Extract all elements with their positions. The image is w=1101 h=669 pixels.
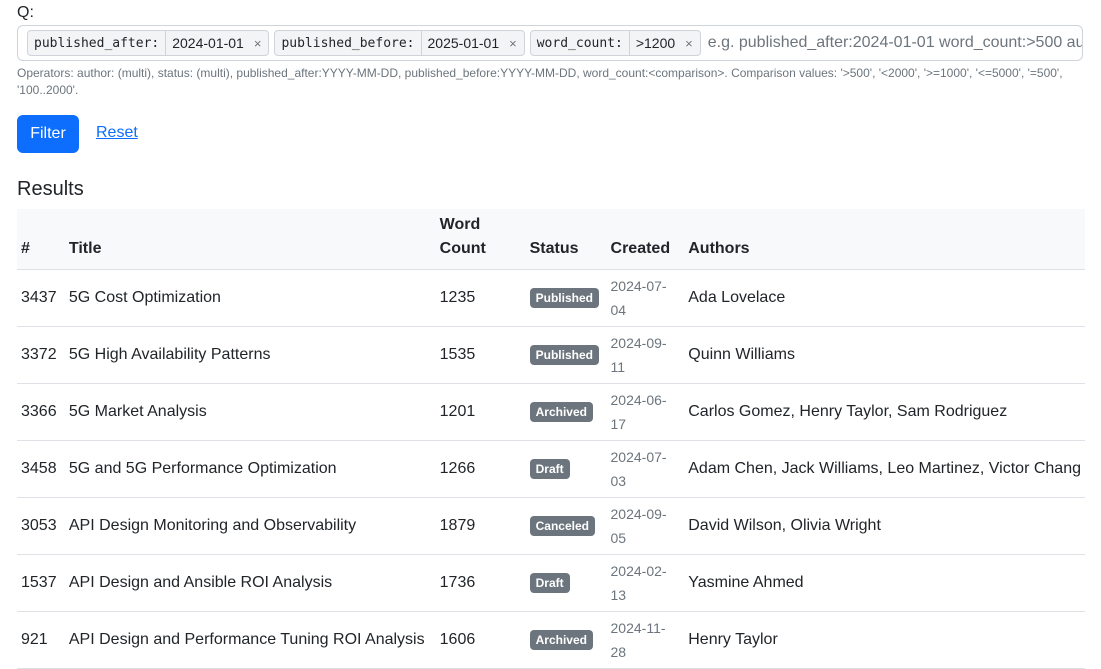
chip-value: >1200 <box>635 35 676 51</box>
created-part: 2024-02- <box>610 563 667 579</box>
table-row: 3458 5G and 5G Performance Optimization … <box>17 440 1085 498</box>
cell-id: 3437 <box>17 269 65 327</box>
cell-status: Published <box>525 326 607 384</box>
cell-status: Draft <box>525 554 607 612</box>
created-part: 11 <box>610 359 626 375</box>
query-input[interactable] <box>705 34 1082 52</box>
cell-authors: Henry Taylor <box>684 611 1085 669</box>
column-header-id: # <box>17 209 65 270</box>
created-part: 2024-07- <box>610 278 667 294</box>
remove-chip-icon[interactable]: × <box>250 36 269 51</box>
status-badge: Archived <box>529 402 593 422</box>
query-box[interactable]: published_after: 2024-01-01 × published_… <box>17 25 1083 61</box>
header-count: Count <box>439 240 486 257</box>
status-badge: Draft <box>529 573 570 593</box>
created-part: 28 <box>610 644 627 660</box>
cell-status: Draft <box>525 440 607 498</box>
status-badge: Canceled <box>529 516 595 536</box>
chip-key: published_after: <box>28 31 167 55</box>
remove-chip-icon[interactable]: × <box>681 36 700 51</box>
cell-authors: Quinn Williams <box>684 326 1085 384</box>
cell-created: 2024-06- 17 <box>606 383 685 441</box>
reset-link[interactable]: Reset <box>96 124 138 142</box>
cell-title: API Design Monitoring and Observability <box>64 497 436 555</box>
chip-value: 2024-01-01 <box>172 35 244 51</box>
query-label: Q: <box>17 4 34 21</box>
status-badge: Archived <box>529 630 593 650</box>
cell-authors: David Wilson, Olivia Wright <box>684 497 1085 555</box>
cell-created: 2024-07- 04 <box>606 269 685 327</box>
chip-key: published_before: <box>275 31 422 55</box>
cell-word-count: 1879 <box>435 497 526 555</box>
table-row: 3053 API Design Monitoring and Observabi… <box>17 497 1085 555</box>
cell-title: API Design and Performance Tuning ROI An… <box>64 611 436 669</box>
created-part: 2024-09- <box>610 335 667 351</box>
cell-id: 3366 <box>17 383 65 441</box>
cell-created: 2024-02- 13 <box>606 554 685 612</box>
cell-authors: Yasmine Ahmed <box>684 554 1085 612</box>
created-part: 17 <box>610 416 627 432</box>
query-help-text: Operators: author: (multi), status: (mul… <box>17 66 1063 97</box>
created-part: 05 <box>610 530 627 546</box>
filter-chip-published-after: published_after: 2024-01-01 × <box>27 30 270 56</box>
cell-id: 3053 <box>17 497 65 555</box>
cell-word-count: 1266 <box>435 440 526 498</box>
cell-word-count: 1201 <box>435 383 526 441</box>
created-part: 2024-11- <box>610 620 666 636</box>
chip-key: word_count: <box>531 31 630 55</box>
cell-id: 921 <box>17 611 65 669</box>
table-row: 3437 5G Cost Optimization 1235 Published… <box>17 269 1085 327</box>
filter-chip-word-count: word_count: >1200 × <box>529 30 701 56</box>
status-badge: Draft <box>529 459 570 479</box>
cell-title: 5G Market Analysis <box>64 383 436 441</box>
cell-authors: Carlos Gomez, Henry Taylor, Sam Rodrigue… <box>684 383 1085 441</box>
column-header-created: Created <box>606 209 685 270</box>
table-header-row: # Title Word Count Status Created Authors <box>17 209 1085 270</box>
filter-chip-published-before: published_before: 2025-01-01 × <box>274 30 525 56</box>
cell-word-count: 1606 <box>435 611 526 669</box>
cell-created: 2024-09- 11 <box>606 326 685 384</box>
cell-created: 2024-09- 05 <box>606 497 685 555</box>
column-header-word-count: Word Count <box>435 209 526 270</box>
table-row: 921 API Design and Performance Tuning RO… <box>17 611 1085 669</box>
cell-title: 5G High Availability Patterns <box>64 326 436 384</box>
created-part: 2024-07- <box>610 449 667 465</box>
cell-id: 3458 <box>17 440 65 498</box>
column-header-authors: Authors <box>684 209 1085 270</box>
chip-value: 2025-01-01 <box>427 35 500 51</box>
created-part: 2024-09- <box>610 506 667 522</box>
header-word: Word <box>439 216 481 233</box>
filter-button[interactable]: Filter <box>17 115 79 153</box>
cell-authors: Adam Chen, Jack Williams, Leo Martinez, … <box>684 440 1085 498</box>
cell-status: Published <box>525 269 607 327</box>
results-table: # Title Word Count Status Created Authors… <box>17 209 1085 669</box>
results-heading: Results <box>17 178 84 200</box>
table-row: 1537 API Design and Ansible ROI Analysis… <box>17 554 1085 612</box>
table-row: 3366 5G Market Analysis 1201 Archived 20… <box>17 383 1085 441</box>
cell-id: 3372 <box>17 326 65 384</box>
status-badge: Published <box>529 288 599 308</box>
created-part: 03 <box>610 473 627 489</box>
table-row: 3372 5G High Availability Patterns 1535 … <box>17 326 1085 384</box>
cell-status: Archived <box>525 383 607 441</box>
column-header-title: Title <box>64 209 436 270</box>
cell-word-count: 1736 <box>435 554 526 612</box>
created-part: 13 <box>610 587 627 603</box>
cell-word-count: 1235 <box>435 269 526 327</box>
column-header-status: Status <box>525 209 607 270</box>
remove-chip-icon[interactable]: × <box>505 36 524 51</box>
cell-status: Archived <box>525 611 607 669</box>
cell-title: API Design and Ansible ROI Analysis <box>64 554 436 612</box>
cell-created: 2024-07- 03 <box>606 440 685 498</box>
created-part: 2024-06- <box>610 392 667 408</box>
cell-status: Canceled <box>525 497 607 555</box>
status-badge: Published <box>529 345 599 365</box>
cell-id: 1537 <box>17 554 65 612</box>
cell-authors: Ada Lovelace <box>684 269 1085 327</box>
created-part: 04 <box>610 302 627 318</box>
cell-title: 5G Cost Optimization <box>64 269 436 327</box>
cell-created: 2024-11- 28 <box>606 611 685 669</box>
cell-title: 5G and 5G Performance Optimization <box>64 440 436 498</box>
cell-word-count: 1535 <box>435 326 526 384</box>
